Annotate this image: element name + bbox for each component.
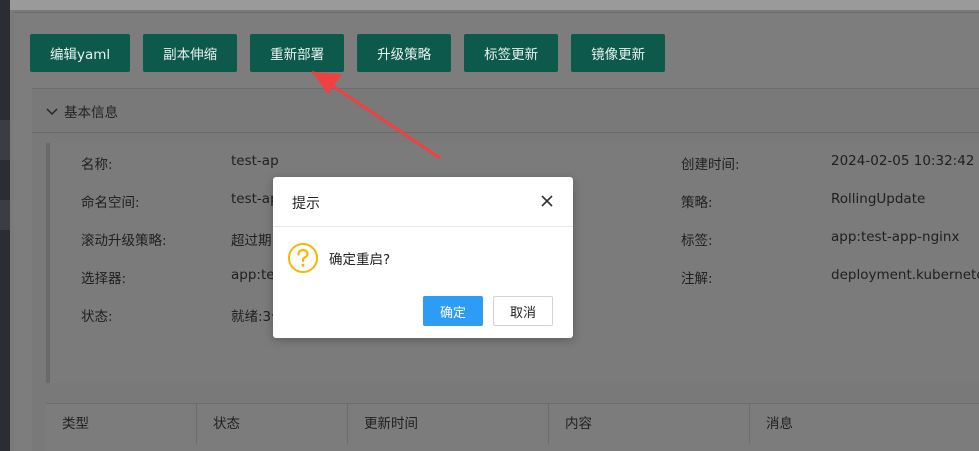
- info-row: 名称: test-ap 创建时间: 2024-02-05 10:32:42: [50, 143, 979, 181]
- column-header-update-time: 更新时间: [348, 404, 549, 444]
- conditions-table: 类型 状态 更新时间 内容 消息: [46, 403, 979, 451]
- created-value: 2024-02-05 10:32:42: [831, 153, 975, 169]
- annotations-value: deployment.kubernetes.i: [831, 267, 979, 283]
- column-header-message: 消息: [766, 416, 793, 432]
- update-labels-button[interactable]: 标签更新: [464, 34, 559, 72]
- rolling-label: 滚动升级策略:: [81, 233, 167, 249]
- dialog-body: 确定重启?: [287, 242, 390, 274]
- question-icon: [287, 242, 319, 274]
- confirm-dialog: 提示 确定重启? 确定 取消: [273, 177, 573, 338]
- app-window: 编辑yaml 副本伸缩 重新部署 升级策略 标签更新 镜像更新 基本信息 名称:…: [0, 0, 979, 451]
- annotations-label: 注解:: [681, 271, 713, 287]
- dialog-header: 提示: [273, 177, 573, 227]
- status-label: 状态:: [81, 309, 113, 325]
- strategy-label: 策略:: [681, 195, 713, 211]
- tags-value: app:test-app-nginx: [831, 229, 960, 245]
- column-header-status: 状态: [197, 404, 348, 444]
- tags-label: 标签:: [681, 233, 713, 249]
- namespace-label: 命名空间:: [81, 195, 140, 211]
- dialog-title: 提示: [292, 196, 320, 212]
- namespace-value: test-ap: [231, 191, 279, 207]
- annotation-arrow: [311, 70, 441, 160]
- section-title: 基本信息: [64, 104, 118, 121]
- name-label: 名称:: [81, 157, 113, 173]
- update-image-button[interactable]: 镜像更新: [571, 34, 666, 72]
- chevron-down-icon: [46, 105, 58, 117]
- scale-replicas-button[interactable]: 副本伸缩: [143, 34, 238, 72]
- edit-yaml-button[interactable]: 编辑yaml: [30, 34, 131, 72]
- cancel-button[interactable]: 取消: [493, 296, 553, 326]
- rolling-value: 超过期: [231, 233, 272, 249]
- close-icon[interactable]: [539, 193, 555, 209]
- dialog-message: 确定重启?: [329, 252, 391, 268]
- left-app-strip: [0, 0, 10, 451]
- strategy-value: RollingUpdate: [831, 191, 926, 207]
- dialog-footer: 确定 取消: [423, 296, 553, 326]
- top-bar: [10, 0, 979, 10]
- column-header-content: 内容: [549, 404, 750, 444]
- confirm-button[interactable]: 确定: [423, 296, 483, 326]
- basic-info-header[interactable]: 基本信息: [32, 89, 979, 133]
- selector-label: 选择器:: [81, 271, 127, 287]
- column-header-type: 类型: [46, 404, 197, 444]
- created-label: 创建时间:: [681, 157, 740, 173]
- name-value: test-ap: [231, 153, 279, 169]
